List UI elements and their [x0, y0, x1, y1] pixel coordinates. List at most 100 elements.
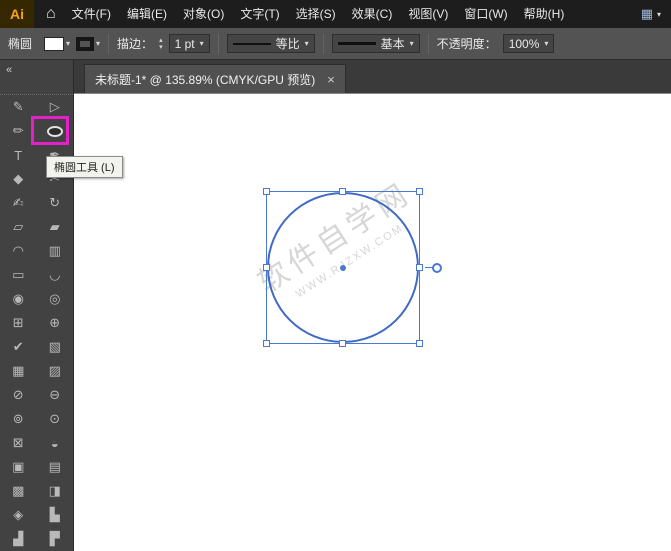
fill-swatch[interactable]	[44, 36, 65, 51]
transform-widget[interactable]	[432, 263, 442, 273]
free-transform-tool[interactable]: ⊠	[0, 431, 37, 455]
stepper-down-icon[interactable]: ▾	[159, 44, 163, 51]
menu-item-4[interactable]: 文字(T)	[232, 0, 287, 28]
width-profile-dropdown[interactable]: 等比 ▾	[226, 34, 315, 53]
stroke-color-control[interactable]: ▾	[76, 36, 100, 51]
home-icon[interactable]: ⌂	[46, 5, 56, 23]
column-graph-tool[interactable]: ▥	[37, 239, 74, 263]
selection-handle-sw[interactable]	[263, 340, 270, 347]
scissors-tool[interactable]: ⊘	[0, 383, 37, 407]
divider	[108, 33, 110, 54]
menu-bar: Ai ⌂ 文件(F) 编辑(E) 对象(O) 文字(T) 选择(S) 效果(C) 视图(V)…	[0, 0, 671, 28]
selection-handle-nw[interactable]	[263, 188, 270, 195]
eraser-tool[interactable]: ◆	[0, 167, 37, 191]
selection-handle-se[interactable]	[416, 340, 423, 347]
workspace-switcher[interactable]: ▦ ▾	[641, 6, 661, 22]
selection-bounding-box[interactable]	[263, 188, 423, 347]
zoom-tool[interactable]: ⊙	[37, 407, 74, 431]
shaper-tool[interactable]: ✎	[0, 95, 37, 119]
menu-item-6[interactable]: 效果(C)	[344, 0, 401, 28]
menu-item-9[interactable]: 帮助(H)	[516, 0, 573, 28]
shear-tool[interactable]: ▰	[37, 215, 74, 239]
symbol-tool[interactable]: ◈	[0, 503, 37, 527]
opacity-label: 不透明度：	[436, 37, 497, 51]
blend-tool[interactable]: ◎	[37, 287, 74, 311]
chevron-down-icon[interactable]: ▾	[96, 39, 100, 48]
rectangular-grid-tool[interactable]: ⊞	[0, 311, 37, 335]
scale-tool[interactable]: ▱	[0, 215, 37, 239]
symbol-sprayer-tool[interactable]: ⊚	[0, 407, 37, 431]
measure-tool-icon: ◨	[48, 483, 61, 498]
collapse-panel-icon[interactable]: «	[6, 64, 12, 76]
rotate-tool[interactable]: ↻	[37, 191, 74, 215]
selection-handle-e[interactable]	[416, 263, 423, 271]
paintbrush-tool-icon: ✏	[12, 123, 24, 138]
menu-item-8[interactable]: 窗口(W)	[456, 0, 515, 28]
selection-handle-n[interactable]	[339, 188, 346, 195]
tooltip: 椭圆工具 (L)	[46, 156, 123, 178]
document-tab-bar: 未标题-1* @ 135.89% (CMYK/GPU 预览) ×	[74, 60, 671, 94]
measure-tool[interactable]: ◨	[37, 479, 74, 503]
arc-tool[interactable]: ◠	[0, 239, 37, 263]
canvas[interactable]: 软件自学网 WWW.RJZXW.COM	[74, 94, 671, 551]
opacity-value: 100%	[508, 36, 540, 51]
artboard-tool[interactable]: ▣	[0, 455, 37, 479]
puppet-warp-tool[interactable]: ◒	[37, 431, 74, 455]
tool-row: ▟ ▛	[0, 527, 73, 551]
print-tiling-tool[interactable]: ▟	[0, 527, 37, 551]
tool-row: ▭ ◡	[0, 263, 73, 287]
perspective-grid-tool-icon: ▨	[48, 363, 61, 378]
tool-row: ⊞ ⊕	[0, 311, 73, 335]
illustrator-logo: Ai	[0, 0, 34, 28]
ellipse-tool-icon	[46, 125, 63, 137]
graph-tool[interactable]: ▙	[37, 503, 74, 527]
tool-row: ⊚ ⊙	[0, 407, 73, 431]
slice-tool[interactable]: ▤	[37, 455, 74, 479]
chevron-down-icon[interactable]: ▾	[66, 39, 70, 48]
selection-handle-ne[interactable]	[416, 188, 423, 195]
stroke-swatch[interactable]	[76, 36, 95, 51]
tools-panel-header: «	[0, 60, 73, 95]
stepper-up-icon[interactable]: ▴	[159, 37, 163, 44]
crop-tool[interactable]: ▛	[37, 527, 74, 551]
menu-item-2[interactable]: 编辑(E)	[119, 0, 175, 28]
type-tool[interactable]: T	[0, 143, 37, 167]
direct-selection-tool[interactable]: ▷	[37, 95, 74, 119]
paintbrush-tool[interactable]: ✏	[0, 119, 37, 143]
pencil-tool[interactable]: ▭	[0, 263, 37, 287]
stroke-weight-stepper[interactable]: ▴ ▾	[159, 37, 163, 51]
spiral-tool[interactable]: ◉	[0, 287, 37, 311]
rotate-tool-icon: ↻	[49, 195, 61, 210]
perspective-grid-tool[interactable]: ▨	[37, 359, 74, 383]
document-tab[interactable]: 未标题-1* @ 135.89% (CMYK/GPU 预览) ×	[84, 64, 346, 93]
stroke-weight-dropdown[interactable]: 1 pt ▾	[168, 34, 210, 53]
live-paint-bucket-tool[interactable]: ▧	[37, 335, 74, 359]
brush-definition-dropdown[interactable]: 基本 ▾	[331, 34, 420, 53]
selection-handle-w[interactable]	[263, 263, 270, 271]
divider	[322, 33, 324, 54]
width-tool[interactable]: ⊖	[37, 383, 74, 407]
selection-handle-s[interactable]	[339, 340, 346, 347]
polar-grid-tool[interactable]: ⊕	[37, 311, 74, 335]
ellipse-tool[interactable]	[37, 119, 74, 143]
tooltip-text: 椭圆工具 (L)	[54, 162, 115, 174]
puppet-warp-tool-icon: ◒	[50, 435, 59, 451]
shape-builder-tool[interactable]: ✔	[0, 335, 37, 359]
eyedropper-tool[interactable]: ✍	[0, 191, 37, 215]
fill-color-control[interactable]: ▾	[44, 36, 70, 51]
mesh-tool[interactable]: ▦	[0, 359, 37, 383]
close-tab-icon[interactable]: ×	[327, 73, 335, 86]
tool-row: ✏	[0, 119, 73, 143]
center-anchor[interactable]	[340, 264, 346, 271]
active-tool-label: 椭圆	[8, 37, 33, 51]
tool-row: ⊘ ⊖	[0, 383, 73, 407]
gradient-tool[interactable]: ▩	[0, 479, 37, 503]
opacity-dropdown[interactable]: 100% ▾	[502, 34, 555, 53]
smooth-tool[interactable]: ◡	[37, 263, 74, 287]
zoom-tool-icon: ⊙	[49, 411, 61, 426]
menu-item-1[interactable]: 文件(F)	[64, 0, 119, 28]
menu-item-3[interactable]: 对象(O)	[175, 0, 232, 28]
menu-item-7[interactable]: 视图(V)	[400, 0, 456, 28]
direct-selection-tool-icon: ▷	[49, 99, 60, 114]
menu-item-5[interactable]: 选择(S)	[288, 0, 344, 28]
